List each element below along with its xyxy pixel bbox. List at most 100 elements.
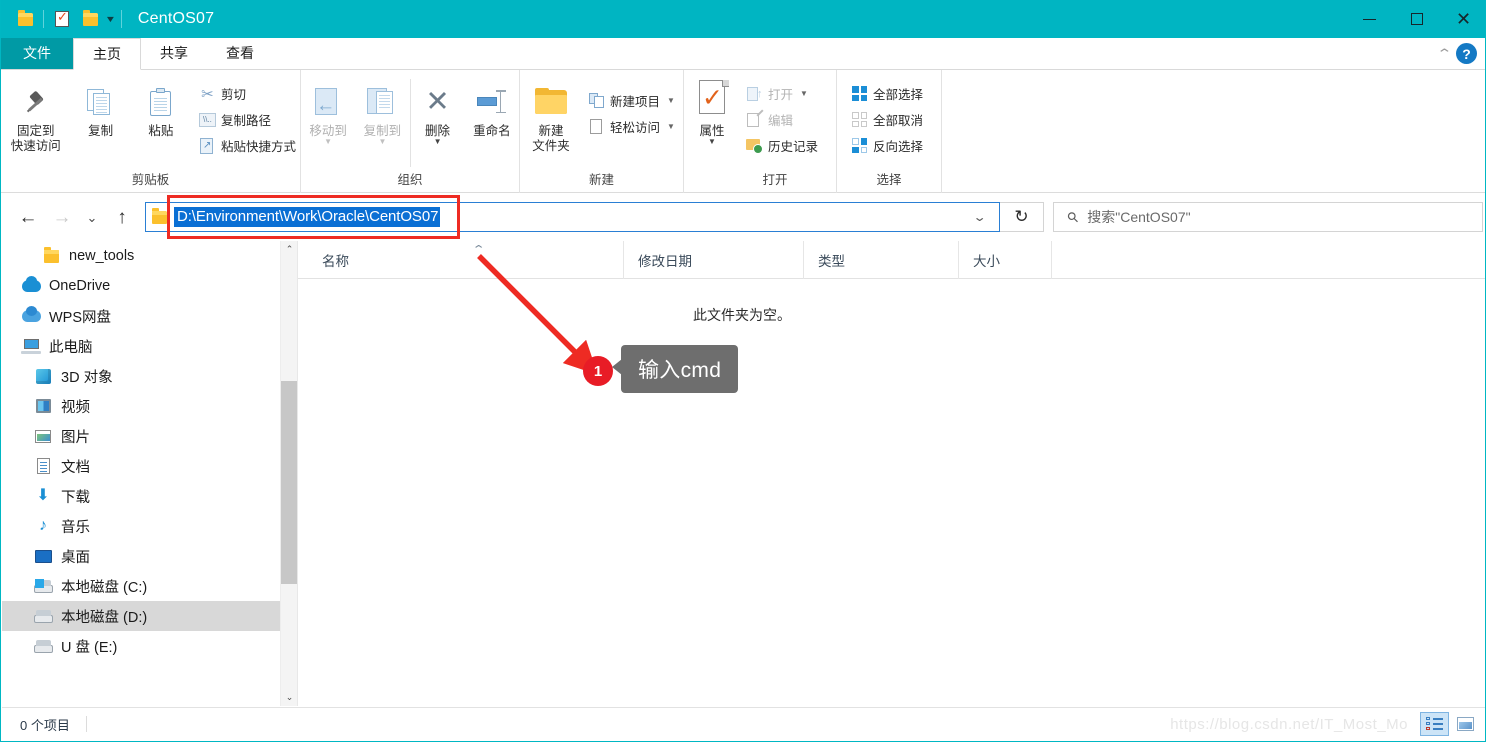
ribbon: 固定到 快速访问 复制 粘贴 ✂ 剪切 \\.. 复制路径 ↗ 粘贴快捷方式 剪… bbox=[1, 70, 1485, 193]
pin-to-quick-access-button[interactable]: 固定到 快速访问 bbox=[1, 74, 71, 154]
paste-shortcut-icon: ↗ bbox=[199, 137, 216, 154]
recent-locations-button[interactable]: ⌄ bbox=[79, 202, 105, 232]
invert-selection-label: 反向选择 bbox=[873, 140, 924, 154]
column-headers: 名称 修改日期 类型 大小 ⌃ bbox=[298, 240, 1485, 279]
sidebar-item-label: 下载 bbox=[61, 489, 90, 506]
new-item-caret-icon[interactable]: ▼ bbox=[667, 96, 675, 105]
back-button[interactable]: ← bbox=[11, 202, 45, 232]
copy-path-label: 复制路径 bbox=[220, 114, 271, 128]
sidebar-item-this-pc[interactable]: 此电脑 bbox=[2, 331, 280, 361]
copy-button[interactable]: 复制 bbox=[71, 74, 131, 139]
up-button[interactable]: ↑ bbox=[105, 202, 139, 232]
tab-view[interactable]: 查看 bbox=[207, 38, 273, 69]
sidebar-item-drive-e[interactable]: U 盘 (E:) bbox=[2, 631, 280, 661]
history-button[interactable]: 历史记录 bbox=[742, 133, 822, 158]
chevron-down-icon[interactable]: ▼ bbox=[102, 14, 119, 24]
sidebar-item-desktop[interactable]: 桌面 bbox=[2, 541, 280, 571]
sidebar-item-label: OneDrive bbox=[49, 278, 111, 294]
select-none-button[interactable]: 全部取消 bbox=[847, 107, 927, 132]
address-input-wrapper[interactable]: D:\Environment\Work\Oracle\CentOS07 ⌄ bbox=[145, 195, 1000, 239]
column-header-size[interactable]: 大小 bbox=[958, 240, 1051, 279]
qat-folder-icon[interactable] bbox=[11, 4, 39, 34]
sidebar-item-music[interactable]: ♪ 音乐 bbox=[2, 511, 280, 541]
sidebar-item-3d-objects[interactable]: 3D 对象 bbox=[2, 361, 280, 391]
file-list-pane[interactable]: 名称 修改日期 类型 大小 ⌃ 此文件夹为空。 bbox=[297, 240, 1485, 706]
sidebar-item-drive-c[interactable]: 本地磁盘 (C:) bbox=[2, 571, 280, 601]
easy-access-button[interactable]: 轻松访问 ▼ bbox=[584, 114, 679, 139]
paste-shortcut-button[interactable]: ↗ 粘贴快捷方式 bbox=[195, 133, 300, 158]
address-path-text: D:\Environment\Work\Oracle\CentOS07 bbox=[174, 207, 441, 227]
sidebar-item-videos[interactable]: 视频 bbox=[2, 391, 280, 421]
copy-to-caret-icon[interactable]: ▼ bbox=[378, 137, 386, 146]
qat-properties-icon[interactable] bbox=[48, 4, 76, 34]
sidebar-item-label: 图片 bbox=[61, 429, 90, 446]
sidebar-item-onedrive[interactable]: OneDrive bbox=[2, 271, 280, 301]
pictures-icon bbox=[32, 429, 54, 443]
address-input[interactable]: D:\Environment\Work\Oracle\CentOS07 bbox=[174, 203, 977, 231]
move-to-caret-icon[interactable]: ▼ bbox=[324, 137, 332, 146]
help-icon[interactable]: ? bbox=[1456, 43, 1477, 64]
open-label: 打开 bbox=[768, 88, 794, 102]
cut-button[interactable]: ✂ 剪切 bbox=[195, 81, 300, 106]
edit-icon bbox=[746, 108, 764, 128]
edit-button[interactable]: 编辑 bbox=[742, 107, 822, 132]
chevron-up-icon[interactable]: ⌃ bbox=[1436, 46, 1452, 62]
search-input[interactable]: 搜索"CentOS07" bbox=[1087, 207, 1190, 227]
search-box[interactable]: ⚲ 搜索"CentOS07" bbox=[1053, 202, 1483, 232]
new-item-button[interactable]: 新建项目 ▼ bbox=[584, 88, 679, 113]
scroll-up-icon[interactable]: ⌃ bbox=[281, 241, 298, 258]
address-dropdown-icon[interactable]: ⌄ bbox=[973, 210, 1004, 224]
delete-button[interactable]: ✕ 删除 ▼ bbox=[410, 74, 464, 146]
paste-button[interactable]: 粘贴 bbox=[131, 74, 191, 139]
copy-label: 复制 bbox=[88, 124, 114, 138]
tab-file[interactable]: 文件 bbox=[1, 38, 73, 69]
open-caret-icon[interactable]: ▼ bbox=[800, 89, 808, 98]
ribbon-group-open: ✓ 属性 ▼ ↑ 打开 ▼ 编辑 历史记录 打开 bbox=[684, 70, 837, 193]
open-button[interactable]: ↑ 打开 ▼ bbox=[742, 81, 822, 106]
sidebar-item-drive-d[interactable]: 本地磁盘 (D:) bbox=[2, 601, 280, 631]
address-bar: ← → ⌄ ↑ D:\Environment\Work\Oracle\CentO… bbox=[1, 193, 1485, 241]
easy-access-label: 轻松访问 bbox=[610, 121, 661, 135]
sidebar-item-downloads[interactable]: ⬇ 下载 bbox=[2, 481, 280, 511]
qat-new-folder-icon[interactable] bbox=[76, 4, 104, 34]
annotation-step-badge: 1 bbox=[583, 356, 613, 386]
sidebar-item-label: 音乐 bbox=[61, 519, 90, 536]
move-to-button[interactable]: ← 移动到 ▼ bbox=[301, 74, 355, 146]
maximize-button[interactable] bbox=[1393, 0, 1440, 38]
scrollbar-thumb[interactable] bbox=[281, 381, 298, 584]
details-view-button[interactable] bbox=[1420, 712, 1449, 736]
rename-button[interactable]: 重命名 bbox=[465, 74, 519, 139]
invert-selection-button[interactable]: 反向选择 bbox=[847, 133, 927, 158]
properties-caret-icon[interactable]: ▼ bbox=[708, 137, 716, 146]
tab-home[interactable]: 主页 bbox=[73, 38, 141, 70]
delete-caret-icon[interactable]: ▼ bbox=[434, 137, 442, 146]
column-header-type[interactable]: 类型 bbox=[803, 240, 958, 279]
new-folder-button[interactable]: 新建 文件夹 bbox=[520, 74, 582, 154]
status-divider bbox=[85, 716, 87, 732]
sidebar-item-pictures[interactable]: 图片 bbox=[2, 421, 280, 451]
easy-access-caret-icon[interactable]: ▼ bbox=[667, 122, 675, 131]
close-button[interactable]: ✕ bbox=[1440, 0, 1485, 38]
sidebar-item-documents[interactable]: 文档 bbox=[2, 451, 280, 481]
tab-share[interactable]: 共享 bbox=[141, 38, 207, 69]
sidebar-item-label: 此电脑 bbox=[49, 339, 93, 356]
group-label-new: 新建 bbox=[588, 173, 614, 187]
pin-icon bbox=[23, 82, 49, 122]
refresh-button[interactable]: ↻ bbox=[1000, 202, 1044, 232]
large-icons-view-button[interactable] bbox=[1451, 712, 1480, 736]
properties-button[interactable]: ✓ 属性 ▼ bbox=[684, 74, 740, 146]
forward-button[interactable]: → bbox=[45, 202, 79, 232]
minimize-button[interactable] bbox=[1346, 0, 1393, 38]
column-header-date[interactable]: 修改日期 bbox=[623, 240, 803, 279]
sidebar-item-new-tools[interactable]: new_tools bbox=[2, 241, 280, 271]
paste-icon bbox=[147, 82, 175, 122]
copy-path-button[interactable]: \\.. 复制路径 bbox=[195, 107, 300, 132]
copy-to-button[interactable]: 复制到 ▼ bbox=[355, 74, 409, 146]
select-all-button[interactable]: 全部选择 bbox=[847, 81, 927, 106]
delete-icon: ✕ bbox=[425, 85, 450, 118]
select-none-icon bbox=[851, 111, 868, 128]
group-label-organize: 组织 bbox=[397, 173, 423, 187]
column-header-name[interactable]: 名称 bbox=[298, 241, 623, 279]
scroll-down-icon[interactable]: ⌄ bbox=[281, 689, 298, 706]
move-to-icon: ← bbox=[312, 82, 344, 122]
